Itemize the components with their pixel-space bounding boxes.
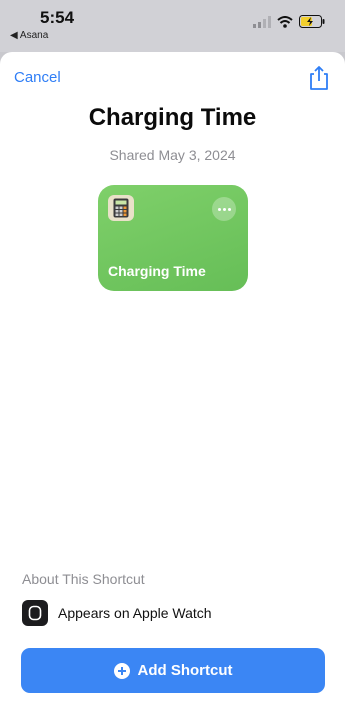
calculator-icon bbox=[108, 195, 134, 221]
add-shortcut-button[interactable]: Add Shortcut bbox=[21, 648, 325, 693]
shortcut-sheet: Cancel Charging Time Shared May 3, 2024 bbox=[0, 52, 345, 712]
wifi-icon bbox=[277, 15, 293, 28]
add-shortcut-label: Add Shortcut bbox=[137, 662, 233, 679]
status-icons bbox=[253, 15, 325, 28]
shortcut-card-label: Charging Time bbox=[108, 263, 206, 279]
battery-charging-icon bbox=[299, 15, 325, 28]
shared-date: Shared May 3, 2024 bbox=[109, 147, 236, 163]
shortcut-card[interactable]: Charging Time bbox=[98, 185, 248, 291]
cellular-signal-icon bbox=[253, 15, 271, 28]
status-bar: 5:54 ◀ Asana bbox=[0, 0, 345, 52]
share-icon[interactable] bbox=[307, 65, 331, 91]
status-time: 5:54 bbox=[40, 8, 75, 27]
plus-circle-icon bbox=[113, 662, 130, 679]
about-item-label: Appears on Apple Watch bbox=[58, 605, 212, 621]
shortcut-title: Charging Time bbox=[88, 104, 257, 131]
apple-watch-icon bbox=[22, 600, 48, 626]
about-section-header: About This Shortcut bbox=[22, 571, 145, 587]
cancel-button[interactable]: Cancel bbox=[14, 69, 61, 86]
back-to-app-link[interactable]: ◀ Asana bbox=[10, 30, 48, 41]
about-item-apple-watch: Appears on Apple Watch bbox=[22, 600, 212, 626]
more-options-icon[interactable] bbox=[212, 197, 236, 221]
